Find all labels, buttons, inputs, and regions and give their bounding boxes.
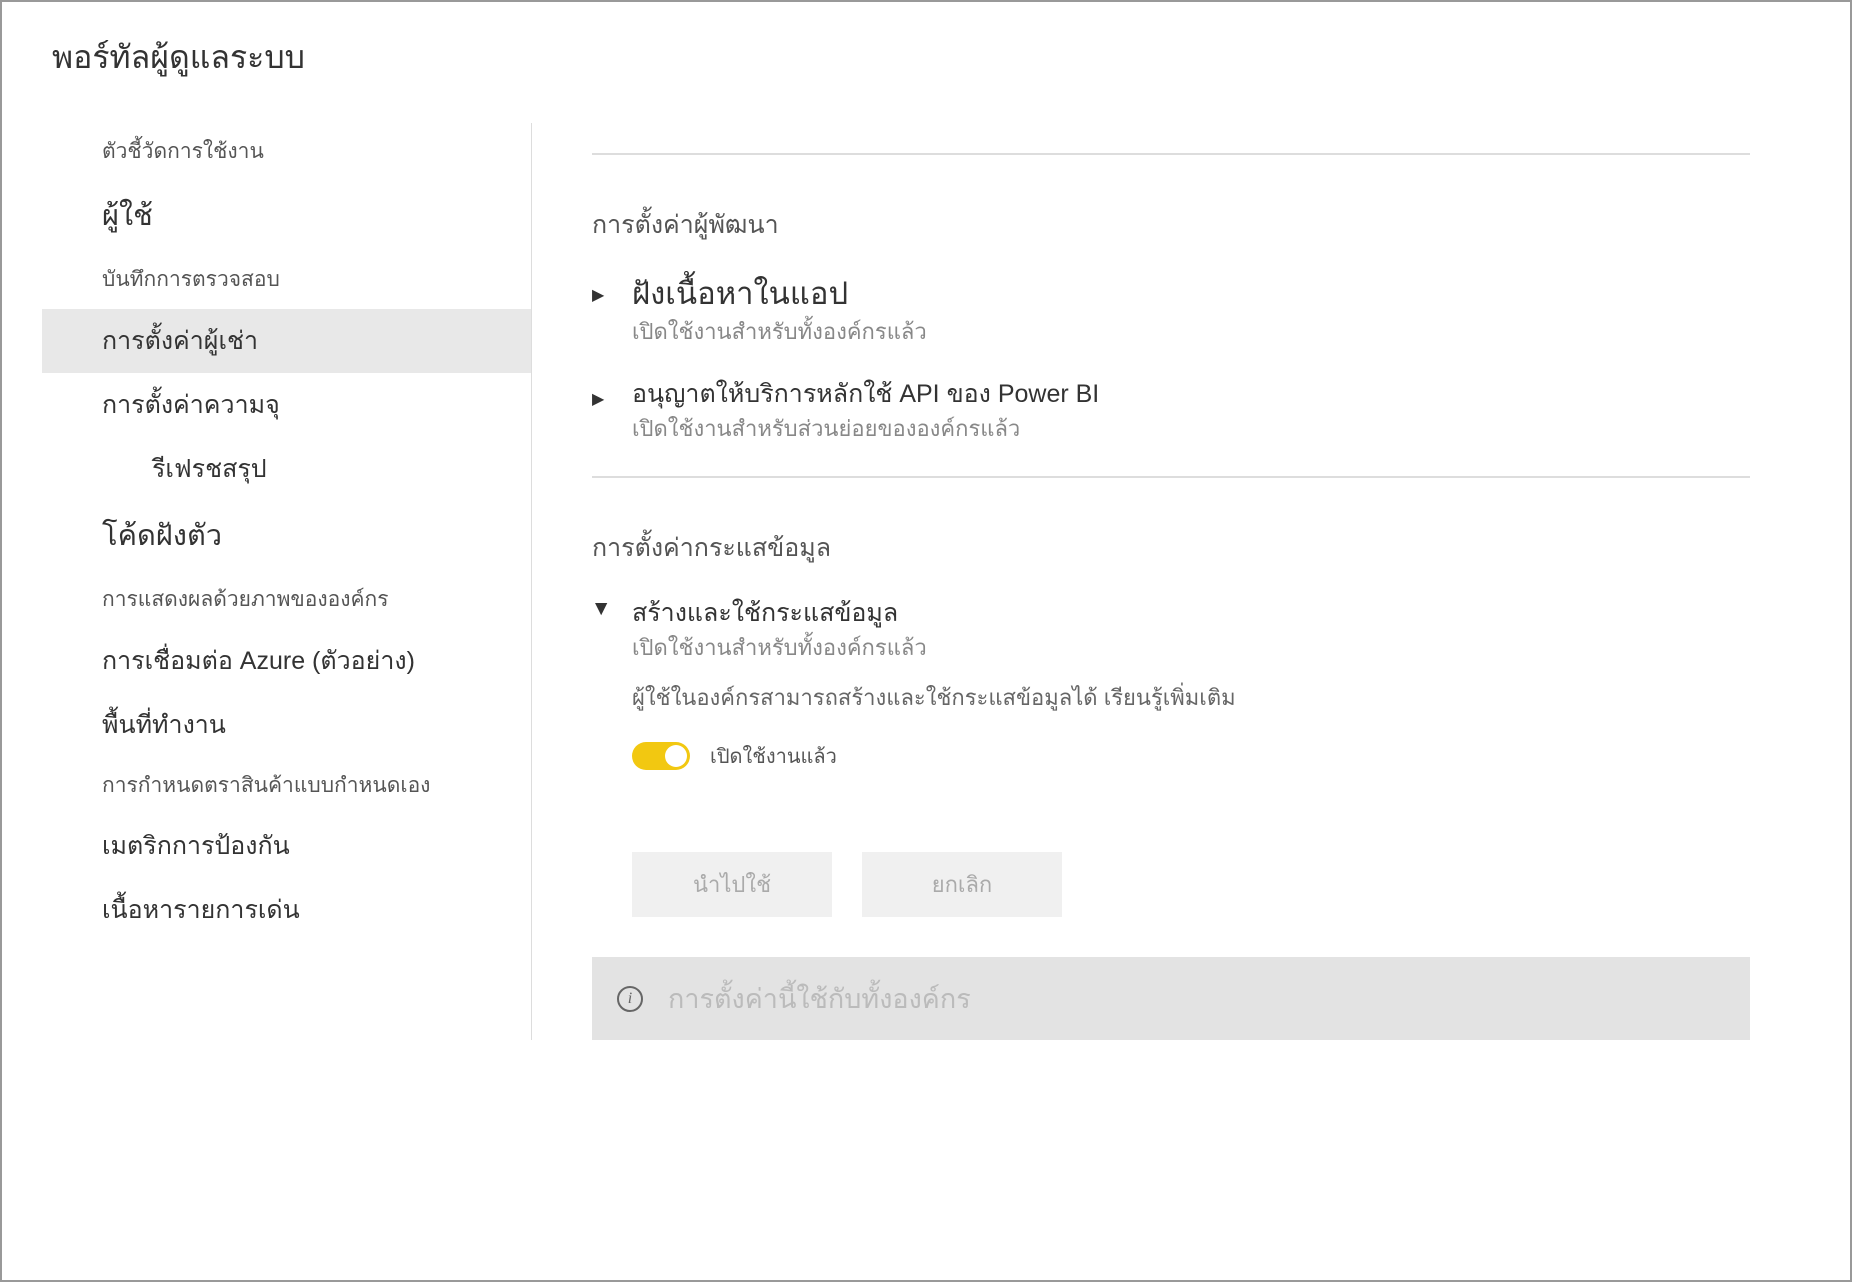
main-container: ตัวชี้วัดการใช้งาน ผู้ใช้ บันทึกการตรวจส… bbox=[2, 103, 1850, 1060]
divider bbox=[592, 153, 1750, 155]
sidebar: ตัวชี้วัดการใช้งาน ผู้ใช้ บันทึกการตรวจส… bbox=[42, 123, 532, 1040]
info-icon: i bbox=[617, 986, 643, 1012]
setting-title: อนุญาตให้บริการหลักใช้ API ของ Power BI bbox=[632, 379, 1750, 409]
header: พอร์ทัลผู้ดูแลระบบ bbox=[2, 2, 1850, 103]
apply-button[interactable]: นำไปใช้ bbox=[632, 852, 832, 917]
expand-down-icon: ▶ bbox=[592, 603, 612, 623]
developer-settings-heading: การตั้งค่าผู้พัฒนา bbox=[592, 205, 1750, 245]
setting-subtitle: เปิดใช้งานสำหรับส่วนย่อยขององค์กรแล้ว bbox=[632, 411, 1750, 446]
sidebar-item-workspaces[interactable]: พื้นที่ทำงาน bbox=[42, 693, 531, 757]
content-area: การตั้งค่าผู้พัฒนา ▶ ฝังเนื้อหาในแอป เปิ… bbox=[532, 123, 1810, 1040]
toggle-knob bbox=[665, 745, 687, 767]
dataflow-settings-heading: การตั้งค่ากระแสข้อมูล bbox=[592, 528, 1750, 568]
expand-content: ฝังเนื้อหาในแอป เปิดใช้งานสำหรับทั้งองค์… bbox=[632, 275, 1750, 349]
expand-content: สร้างและใช้กระแสข้อมูล เปิดใช้งานสำหรับท… bbox=[632, 598, 1750, 772]
info-banner: i การตั้งค่านี้ใช้กับทั้งองค์กร bbox=[592, 957, 1750, 1040]
sidebar-item-custom-branding[interactable]: การกำหนดตราสินค้าแบบกำหนดเอง bbox=[42, 757, 531, 815]
toggle-row: เปิดใช้งานแล้ว bbox=[632, 740, 1750, 772]
setting-title: สร้างและใช้กระแสข้อมูล bbox=[632, 598, 1750, 628]
setting-title: ฝังเนื้อหาในแอป bbox=[632, 275, 1750, 312]
page-title: พอร์ทัลผู้ดูแลระบบ bbox=[52, 32, 1800, 83]
sidebar-item-org-visuals[interactable]: การแสดงผลด้วยภาพขององค์กร bbox=[42, 571, 531, 629]
sidebar-item-refresh-summary[interactable]: รีเฟรชสรุป bbox=[42, 437, 531, 501]
cancel-button[interactable]: ยกเลิก bbox=[862, 852, 1062, 917]
expand-content: อนุญาตให้บริการหลักใช้ API ของ Power BI … bbox=[632, 379, 1750, 446]
setting-subtitle: เปิดใช้งานสำหรับทั้งองค์กรแล้ว bbox=[632, 314, 1750, 349]
sidebar-item-audit-logs[interactable]: บันทึกการตรวจสอบ bbox=[42, 251, 531, 309]
divider bbox=[592, 476, 1750, 478]
setting-description: ผู้ใช้ในองค์กรสามารถสร้างและใช้กระแสข้อม… bbox=[632, 680, 1750, 715]
sidebar-item-usage-metrics[interactable]: ตัวชี้วัดการใช้งาน bbox=[42, 123, 531, 181]
setting-create-use-dataflows[interactable]: ▶ สร้างและใช้กระแสข้อมูล เปิดใช้งานสำหรั… bbox=[592, 598, 1750, 772]
expand-right-icon: ▶ bbox=[592, 389, 612, 409]
sidebar-item-tenant-settings[interactable]: การตั้งค่าผู้เช่า bbox=[42, 309, 531, 373]
sidebar-item-azure-connections[interactable]: การเชื่อมต่อ Azure (ตัวอย่าง) bbox=[42, 629, 531, 693]
learn-more-link[interactable]: เรียนรู้เพิ่มเติม bbox=[1104, 685, 1236, 710]
info-banner-text: การตั้งค่านี้ใช้กับทั้งองค์กร bbox=[668, 977, 971, 1020]
button-row: นำไปใช้ ยกเลิก bbox=[632, 852, 1750, 917]
setting-embed-content[interactable]: ▶ ฝังเนื้อหาในแอป เปิดใช้งานสำหรับทั้งอง… bbox=[592, 275, 1750, 349]
toggle-label: เปิดใช้งานแล้ว bbox=[710, 740, 837, 772]
setting-service-principal-api[interactable]: ▶ อนุญาตให้บริการหลักใช้ API ของ Power B… bbox=[592, 379, 1750, 446]
sidebar-item-users[interactable]: ผู้ใช้ bbox=[42, 181, 531, 251]
sidebar-item-protection-metrics[interactable]: เมตริกการป้องกัน bbox=[42, 814, 531, 878]
enabled-toggle[interactable] bbox=[632, 742, 690, 770]
sidebar-item-embed-codes[interactable]: โค้ดฝังตัว bbox=[42, 501, 531, 571]
sidebar-item-featured-content[interactable]: เนื้อหารายการเด่น bbox=[42, 878, 531, 942]
setting-subtitle: เปิดใช้งานสำหรับทั้งองค์กรแล้ว bbox=[632, 630, 1750, 665]
sidebar-item-capacity-settings[interactable]: การตั้งค่าความจุ bbox=[42, 373, 531, 437]
expand-right-icon: ▶ bbox=[592, 285, 612, 305]
